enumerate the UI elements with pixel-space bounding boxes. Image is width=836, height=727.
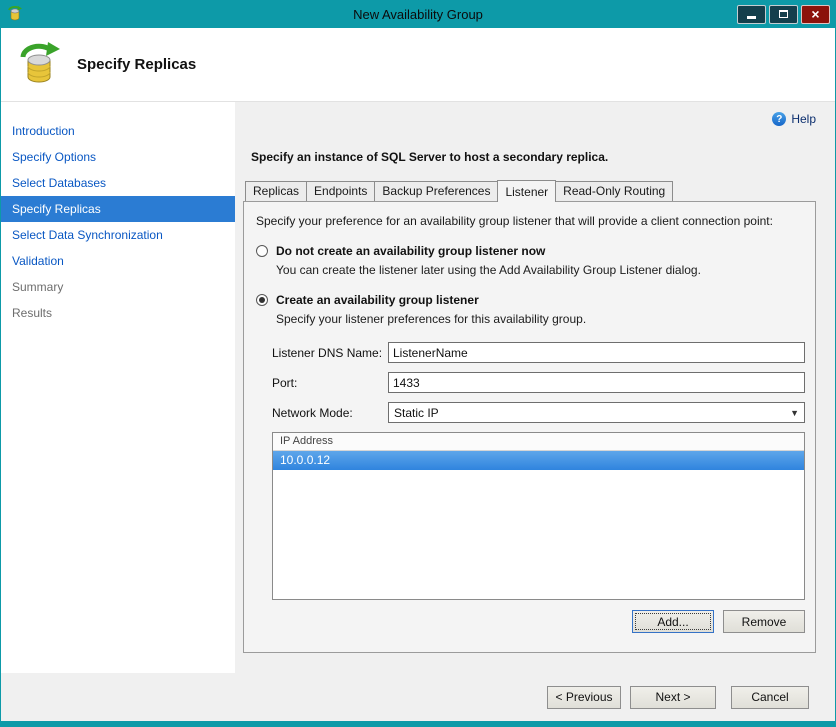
maximize-icon <box>779 10 788 18</box>
step-sidebar: Introduction Specify Options Select Data… <box>1 102 235 673</box>
minimize-icon <box>747 16 756 19</box>
tab-endpoints[interactable]: Endpoints <box>306 181 376 201</box>
remove-button[interactable]: Remove <box>723 610 805 633</box>
radio-no-listener-description: You can create the listener later using … <box>276 263 701 277</box>
dns-name-input[interactable] <box>388 342 805 363</box>
ip-address-list: IP Address 10.0.0.12 <box>272 432 805 600</box>
maximize-button[interactable] <box>769 4 798 24</box>
chevron-down-icon: ▼ <box>790 407 799 418</box>
dns-name-label: Listener DNS Name: <box>272 345 383 360</box>
availability-group-icon <box>15 41 63 89</box>
radio-create-listener-label[interactable]: Create an availability group listener <box>276 293 479 307</box>
window-title: New Availability Group <box>353 6 483 22</box>
radio-create-listener[interactable] <box>256 294 268 306</box>
instruction-text: Specify an instance of SQL Server to hos… <box>251 150 609 164</box>
sidebar-item-specify-options[interactable]: Specify Options <box>1 144 235 170</box>
sidebar-item-select-databases[interactable]: Select Databases <box>1 170 235 196</box>
cancel-button[interactable]: Cancel <box>731 685 809 709</box>
sidebar-item-introduction[interactable]: Introduction <box>1 118 235 144</box>
page-title: Specify Replicas <box>77 56 197 73</box>
wizard-footer: < Previous Next > Cancel <box>1 673 835 721</box>
previous-button[interactable]: < Previous <box>547 685 621 709</box>
sidebar-item-select-data-synchronization[interactable]: Select Data Synchronization <box>1 222 235 248</box>
sidebar-item-specify-replicas[interactable]: Specify Replicas <box>1 196 235 222</box>
help-icon: ? <box>772 112 787 126</box>
tab-strip: Replicas Endpoints Backup Preferences Li… <box>245 180 816 202</box>
radio-no-listener[interactable] <box>256 245 268 257</box>
window-controls: × <box>737 4 835 24</box>
minimize-button[interactable] <box>737 4 766 24</box>
sidebar-item-results: Results <box>12 306 53 320</box>
tab-listener[interactable]: Listener <box>497 180 557 202</box>
radio-no-listener-label[interactable]: Do not create an availability group list… <box>276 244 545 258</box>
main-panel: ? Help Specify an instance of SQL Server… <box>235 102 835 673</box>
wizard-body: Introduction Specify Options Select Data… <box>1 102 835 673</box>
wizard-header: Specify Replicas <box>1 28 835 102</box>
port-input[interactable] <box>388 372 805 393</box>
network-mode-select[interactable]: Static IP ▼ <box>388 402 805 423</box>
listener-intro-text: Specify your preference for an availabil… <box>256 214 773 228</box>
next-button[interactable]: Next > <box>630 685 716 709</box>
network-mode-label: Network Mode: <box>272 405 353 420</box>
close-button[interactable]: × <box>801 4 830 24</box>
title-bar: New Availability Group × <box>1 0 835 28</box>
add-button[interactable]: Add... <box>632 610 714 633</box>
radio-create-listener-description: Specify your listener preferences for th… <box>276 312 587 326</box>
ip-address-row[interactable]: 10.0.0.12 <box>273 451 804 470</box>
tab-replicas[interactable]: Replicas <box>245 181 308 201</box>
tab-read-only-routing[interactable]: Read-Only Routing <box>555 181 674 201</box>
network-mode-value: Static IP <box>394 405 439 420</box>
ip-address-column-header: IP Address <box>273 433 804 451</box>
sidebar-item-validation[interactable]: Validation <box>1 248 235 274</box>
sidebar-item-summary: Summary <box>12 280 64 294</box>
close-icon: × <box>811 6 820 22</box>
port-label: Port: <box>272 375 298 390</box>
window-border-bottom <box>1 721 835 727</box>
wizard-window: New Availability Group × Specify Replica… <box>0 0 836 727</box>
tab-backup-preferences[interactable]: Backup Preferences <box>374 181 499 201</box>
listener-tab-panel: Specify your preference for an availabil… <box>243 201 816 653</box>
help-label: Help <box>791 112 816 126</box>
help-link[interactable]: ? Help <box>243 110 816 128</box>
